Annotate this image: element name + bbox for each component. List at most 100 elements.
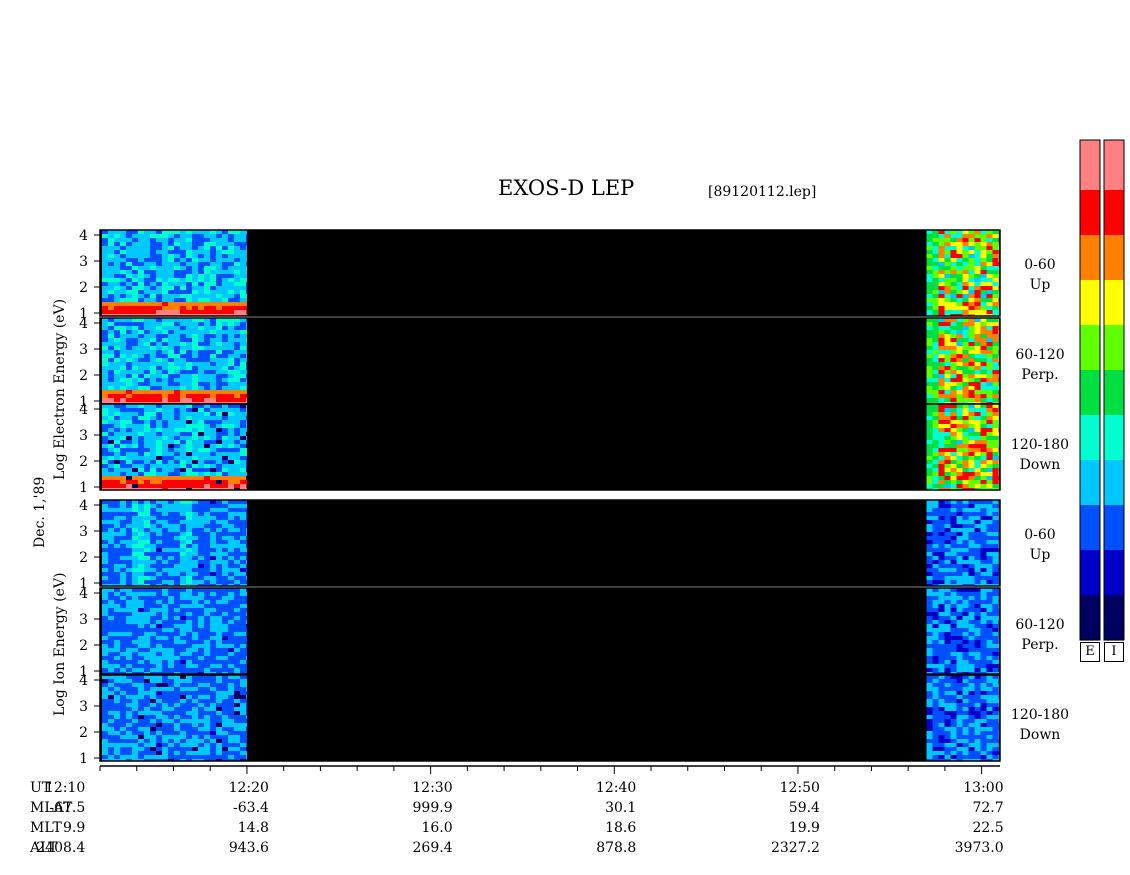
spectrogram-cell bbox=[168, 282, 174, 286]
spectrogram-cell bbox=[126, 378, 132, 382]
spectrogram-cell bbox=[204, 330, 210, 334]
spectrogram-cell bbox=[992, 652, 999, 656]
spectrogram-cell bbox=[926, 516, 933, 520]
spectrogram-cell bbox=[180, 536, 186, 540]
spectrogram-cell bbox=[210, 600, 216, 604]
spectrogram-cell bbox=[192, 568, 198, 572]
spectrogram-cell bbox=[216, 668, 222, 672]
spectrogram-cell bbox=[992, 564, 999, 568]
spectrogram-cell bbox=[204, 254, 210, 258]
spectrogram-cell bbox=[174, 370, 180, 374]
spectrogram-cell bbox=[138, 452, 144, 456]
spectrogram-cell bbox=[198, 596, 204, 600]
spectrogram-cell bbox=[150, 620, 156, 624]
spectrogram-cell bbox=[932, 568, 939, 572]
spectrogram-cell bbox=[234, 640, 240, 644]
spectrogram-cell bbox=[132, 242, 138, 246]
spectrogram-cell bbox=[120, 238, 126, 242]
spectrogram-cell bbox=[234, 274, 240, 278]
spectrogram-cell bbox=[246, 290, 247, 294]
spectrogram-cell bbox=[962, 580, 969, 584]
spectrogram-cell bbox=[926, 370, 933, 374]
spectrogram-cell bbox=[114, 739, 120, 743]
spectrogram-cell bbox=[246, 620, 247, 624]
spectrogram-cell bbox=[210, 572, 216, 576]
spectrogram-cell bbox=[246, 683, 247, 687]
spectrogram-cell bbox=[986, 604, 993, 608]
spectrogram-cell bbox=[962, 536, 969, 540]
spectrogram-cell bbox=[114, 238, 120, 242]
spectrogram-cell bbox=[102, 668, 108, 672]
spectrogram-cell bbox=[992, 238, 999, 242]
spectrogram-cell bbox=[138, 306, 144, 310]
spectrogram-cell bbox=[950, 699, 957, 703]
spectrogram-cell bbox=[956, 532, 963, 536]
spectrogram-cell bbox=[198, 282, 204, 286]
spectrogram-cell bbox=[108, 420, 114, 424]
spectrogram-cell bbox=[926, 394, 933, 398]
spectrogram-cell bbox=[228, 564, 234, 568]
spectrogram-cell bbox=[114, 576, 120, 580]
spectrogram-cell bbox=[956, 703, 963, 707]
spectrogram-cell bbox=[974, 460, 981, 464]
spectrogram-cell bbox=[944, 723, 951, 727]
spectrogram-cell bbox=[186, 743, 192, 747]
spectrogram-cell bbox=[132, 250, 138, 254]
spectrogram-cell bbox=[180, 556, 186, 560]
spectrogram-cell bbox=[968, 564, 975, 568]
spectrogram-cell bbox=[932, 652, 939, 656]
spectrogram-cell bbox=[950, 572, 957, 576]
spectrogram-cell bbox=[210, 378, 216, 382]
spectrogram-cell bbox=[204, 747, 210, 751]
spectrogram-cell bbox=[138, 528, 144, 532]
spectrogram-cell bbox=[114, 755, 120, 759]
spectrogram-cell bbox=[974, 715, 981, 719]
spectrogram-cell bbox=[126, 394, 132, 398]
spectrogram-cell bbox=[968, 751, 975, 755]
spectrogram-cell bbox=[944, 480, 951, 484]
spectrogram-cell bbox=[992, 242, 999, 246]
spectrogram-cell bbox=[150, 362, 156, 366]
spectrogram-cell bbox=[138, 576, 144, 580]
spectrogram-cell bbox=[108, 440, 114, 444]
spectrogram-cell bbox=[962, 234, 969, 238]
spectrogram-cell bbox=[174, 310, 180, 314]
spectrogram-cell bbox=[120, 560, 126, 564]
spectrogram-cell bbox=[198, 620, 204, 624]
spectrogram-cell bbox=[986, 416, 993, 420]
spectrogram-cell bbox=[950, 374, 957, 378]
spectrogram-cell bbox=[950, 719, 957, 723]
spectrogram-cell bbox=[144, 262, 150, 266]
spectrogram-cell bbox=[138, 456, 144, 460]
spectrogram-cell bbox=[198, 342, 204, 346]
spectrogram-cell bbox=[974, 723, 981, 727]
spectrogram-cell bbox=[950, 747, 957, 751]
spectrogram-cell bbox=[126, 484, 132, 488]
spectrogram-cell bbox=[156, 604, 162, 608]
spectrogram-cell bbox=[944, 528, 951, 532]
spectrogram-cell bbox=[120, 298, 126, 302]
spectrogram-cell bbox=[962, 687, 969, 691]
spectrogram-cell bbox=[144, 580, 150, 584]
spectrogram-cell bbox=[932, 727, 939, 731]
spectrogram-cell bbox=[968, 294, 975, 298]
spectrogram-cell bbox=[198, 408, 204, 412]
spectrogram-cell bbox=[186, 322, 192, 326]
spectrogram-cell bbox=[102, 480, 108, 484]
spectrogram-cell bbox=[228, 366, 234, 370]
spectrogram-cell bbox=[138, 548, 144, 552]
spectrogram-cell bbox=[126, 516, 132, 520]
spectrogram-cell bbox=[138, 472, 144, 476]
spectrogram-cell bbox=[150, 504, 156, 508]
spectrogram-cell bbox=[204, 290, 210, 294]
spectrogram-cell bbox=[192, 234, 198, 238]
spectrogram-cell bbox=[216, 258, 222, 262]
spectrogram-cell bbox=[216, 664, 222, 668]
spectrogram-cell bbox=[204, 544, 210, 548]
spectrogram-cell bbox=[138, 691, 144, 695]
spectrogram-cell bbox=[968, 258, 975, 262]
spectrogram-cell bbox=[186, 608, 192, 612]
spectrogram-cell bbox=[120, 270, 126, 274]
spectrogram-cell bbox=[204, 342, 210, 346]
spectrogram-cell bbox=[180, 656, 186, 660]
